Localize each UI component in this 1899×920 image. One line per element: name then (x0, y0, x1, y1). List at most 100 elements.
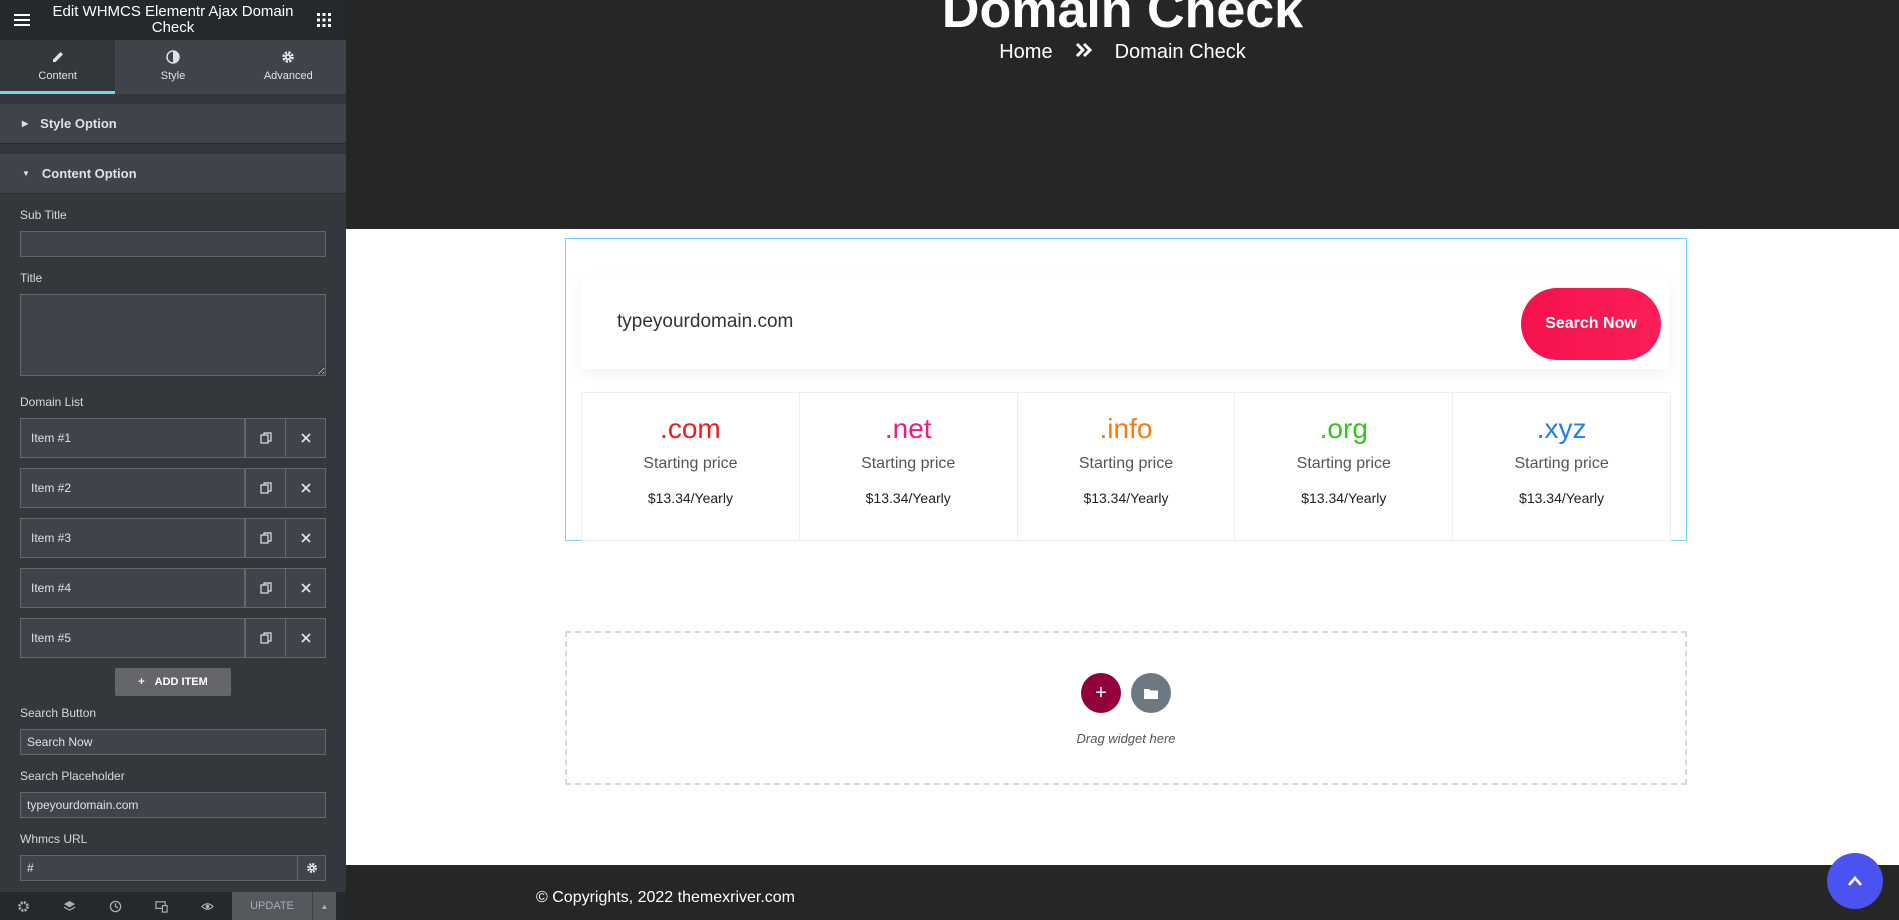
repeater-item-title[interactable]: Item #5 (21, 619, 245, 657)
dropzone-buttons: + (567, 673, 1685, 713)
starting-price-label: Starting price (643, 455, 738, 472)
title-textarea[interactable] (20, 294, 326, 376)
starting-price-label: Starting price (1078, 455, 1174, 472)
domain-extension: .com (660, 413, 721, 444)
sub-title-input[interactable] (20, 231, 326, 257)
search-now-button[interactable]: Search Now (1521, 288, 1661, 360)
section-content-option[interactable]: ▼ Content Option (0, 154, 346, 194)
domain-price-card: .org Starting price $13.34/Yearly (1235, 393, 1454, 540)
page-preview: Domain Check Home Domain Check typeyourd… (346, 0, 1899, 920)
eye-icon[interactable] (184, 892, 230, 920)
section-style-option[interactable]: ▶ Style Option (0, 104, 346, 144)
starting-price-label: Starting price (1296, 455, 1391, 472)
widgets-grid-icon[interactable] (314, 10, 334, 30)
domain-search-box: typeyourdomain.com Search Now (581, 279, 1669, 369)
search-button-label: Search Button (20, 706, 97, 720)
starting-price-label: Starting price (1514, 455, 1609, 472)
gear-icon[interactable] (298, 855, 326, 881)
repeater-item-title[interactable]: Item #2 (21, 469, 245, 507)
content-controls: Sub Title Title Domain List Item #1 Item… (0, 208, 346, 881)
scroll-to-top-button[interactable] (1827, 853, 1883, 909)
repeater-item-title[interactable]: Item #1 (21, 419, 245, 457)
domain-price-list: .com Starting price $13.34/Yearly .net S… (581, 392, 1671, 541)
sub-title-label: Sub Title (20, 208, 67, 222)
tab-advanced[interactable]: Advanced (231, 40, 346, 94)
whmcs-url-row (20, 855, 326, 881)
close-icon[interactable] (285, 469, 325, 507)
duplicate-icon[interactable] (245, 519, 285, 557)
widget-dropzone[interactable]: + Drag widget here (565, 631, 1687, 785)
repeater-item-title[interactable]: Item #4 (21, 569, 245, 607)
drag-widget-hint: Drag widget here (1076, 731, 1176, 746)
hamburger-menu-icon[interactable] (12, 10, 32, 30)
duplicate-icon[interactable] (245, 569, 285, 607)
breadcrumb-home-link[interactable]: Home (999, 41, 1052, 64)
tab-advanced-label: Advanced (263, 69, 313, 82)
layers-icon[interactable] (46, 892, 92, 920)
duplicate-icon[interactable] (245, 469, 285, 507)
duplicate-icon[interactable] (245, 619, 285, 657)
domain-price: $13.34/Yearly (865, 490, 951, 506)
add-item-button[interactable]: + ADD ITEM (115, 668, 231, 696)
domain-price: $13.34/Yearly (647, 490, 733, 506)
responsive-icon[interactable] (138, 892, 184, 920)
tab-content[interactable]: Content (0, 40, 116, 94)
caret-right-icon: ▶ (22, 119, 29, 128)
domain-price: $13.34/Yearly (1083, 490, 1169, 506)
domain-price: $13.34/Yearly (1301, 490, 1387, 506)
chevron-up-icon (1848, 876, 1862, 886)
section-style-option-label: Style Option (40, 116, 117, 131)
pencil-icon (52, 51, 63, 62)
title-label: Title (20, 271, 43, 285)
breadcrumb-current: Domain Check (1114, 41, 1246, 63)
close-icon[interactable] (285, 569, 325, 607)
tab-style-label: Style (160, 69, 186, 82)
search-button-input[interactable] (20, 729, 326, 755)
whmcs-url-input[interactable] (20, 855, 298, 881)
close-icon[interactable] (285, 519, 325, 557)
panel-footer: UPDATE ▲ (0, 892, 346, 920)
plus-icon: + (1095, 681, 1107, 704)
domain-price-card: .net Starting price $13.34/Yearly (800, 393, 1018, 540)
domain-search-input[interactable]: typeyourdomain.com (617, 311, 793, 333)
domain-list-label: Domain List (20, 395, 84, 409)
copyright-text: © Copyrights, 2022 themexriver.com (536, 889, 796, 906)
settings-icon[interactable] (0, 892, 46, 920)
section-content-option-label: Content Option (41, 166, 137, 181)
tab-content-label: Content (38, 69, 77, 82)
repeater-item: Item #5 (20, 618, 326, 658)
folder-icon (1144, 688, 1158, 699)
site-footer: © Copyrights, 2022 themexriver.com (346, 865, 1899, 920)
breadcrumb: Home Domain Check (346, 41, 1899, 64)
search-placeholder-input[interactable] (20, 792, 326, 818)
page-title: Domain Check (941, 0, 1304, 39)
caret-down-icon: ▼ (22, 169, 30, 178)
domain-price-card: .info Starting price $13.34/Yearly (1018, 393, 1236, 540)
domain-extension: .xyz (1536, 413, 1587, 444)
template-library-button[interactable] (1131, 673, 1171, 713)
duplicate-icon[interactable] (245, 419, 285, 457)
hero-banner: Domain Check Home Domain Check (346, 0, 1899, 229)
history-icon[interactable] (92, 892, 138, 920)
domain-check-widget[interactable]: typeyourdomain.com Search Now .com Start… (565, 238, 1687, 541)
update-button[interactable]: UPDATE (232, 892, 312, 920)
caret-up-icon[interactable]: ▲ (312, 892, 336, 920)
repeater-item: Item #1 (20, 418, 326, 458)
double-chevron-right-icon (1075, 41, 1093, 64)
tab-style[interactable]: Style (115, 40, 230, 94)
close-icon[interactable] (285, 419, 325, 457)
add-section-button[interactable]: + (1081, 673, 1121, 713)
contrast-icon (166, 49, 180, 64)
add-item-label: ADD ITEM (154, 676, 208, 688)
domain-price-card: .xyz Starting price $13.34/Yearly (1453, 393, 1670, 540)
gear-icon (282, 50, 295, 63)
domain-extension: .org (1319, 413, 1368, 444)
panel-title: Edit WHMCS Elementr Ajax Domain Check (52, 3, 294, 36)
editor-panel: Edit WHMCS Elementr Ajax Domain Check Co… (0, 0, 346, 920)
plus-icon: + (138, 676, 145, 688)
domain-price: $13.34/Yearly (1519, 490, 1605, 506)
repeater-item-title[interactable]: Item #3 (21, 519, 245, 557)
repeater-item: Item #4 (20, 568, 326, 608)
close-icon[interactable] (285, 619, 325, 657)
starting-price-label: Starting price (861, 455, 956, 472)
